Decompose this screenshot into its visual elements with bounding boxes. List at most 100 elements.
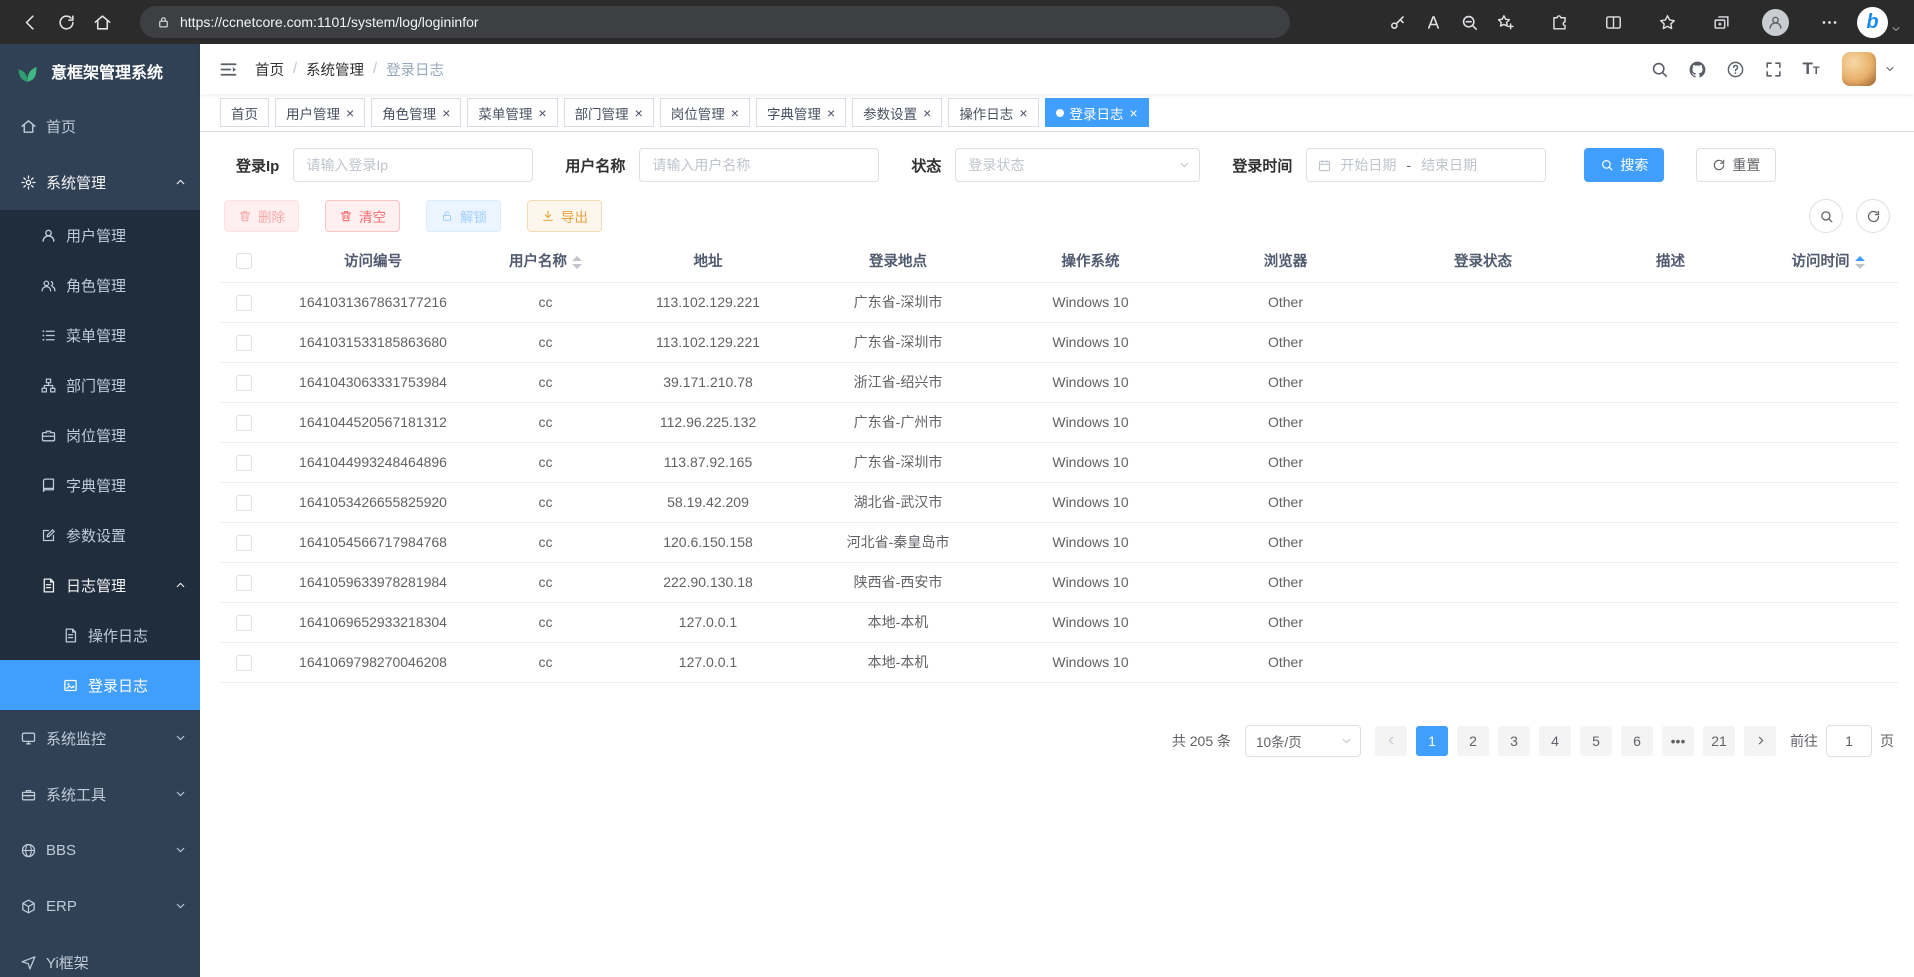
tab-home[interactable]: 首页	[220, 98, 269, 127]
row-checkbox[interactable]	[236, 415, 252, 431]
browser-back-button[interactable]	[12, 5, 48, 39]
row-checkbox[interactable]	[236, 375, 252, 391]
tab-dept-mgmt[interactable]: 部门管理×	[564, 98, 654, 127]
sidebar-item-yi-framework[interactable]: Yi框架	[0, 934, 200, 977]
page-button-4[interactable]: 4	[1539, 726, 1571, 756]
col-user-name[interactable]: 用户名称	[478, 240, 613, 282]
search-button[interactable]: 搜索	[1584, 148, 1664, 182]
tab-user-mgmt[interactable]: 用户管理×	[275, 98, 365, 127]
page-button-6[interactable]: 6	[1621, 726, 1653, 756]
user-avatar[interactable]	[1842, 52, 1876, 86]
password-key-button[interactable]	[1379, 5, 1415, 39]
col-time[interactable]: 访问时间	[1758, 240, 1898, 282]
sidebar-item-login-log[interactable]: 登录日志	[0, 660, 200, 710]
tab-operation-log[interactable]: 操作日志×	[948, 98, 1038, 127]
breadcrumb-home[interactable]: 首页	[255, 59, 284, 80]
address-bar[interactable]: https://ccnetcore.com:1101/system/log/lo…	[140, 6, 1290, 38]
page-size-select[interactable]: 10条/页	[1245, 725, 1361, 757]
bing-button[interactable]: b	[1857, 7, 1888, 38]
row-checkbox[interactable]	[236, 455, 252, 471]
sidebar-item-menu-mgmt[interactable]: 菜单管理	[0, 310, 200, 360]
page-button-1[interactable]: 1	[1416, 726, 1448, 756]
read-aloud-button[interactable]	[1415, 5, 1451, 39]
toggle-search-button[interactable]	[1809, 199, 1843, 233]
tab-close-icon[interactable]: ×	[1130, 106, 1138, 120]
tab-close-icon[interactable]: ×	[1019, 106, 1027, 120]
sidebar-item-dict-mgmt[interactable]: 字典管理	[0, 460, 200, 510]
unlock-button[interactable]: 解锁	[426, 200, 501, 232]
browser-settings-button[interactable]	[1811, 5, 1847, 39]
fullscreen-button[interactable]	[1758, 54, 1788, 84]
header-search-button[interactable]	[1644, 54, 1674, 84]
tab-dict-mgmt[interactable]: 字典管理×	[756, 98, 846, 127]
tab-close-icon[interactable]: ×	[635, 106, 643, 120]
page-button-5[interactable]: 5	[1580, 726, 1612, 756]
prev-page-button[interactable]	[1375, 726, 1407, 756]
row-checkbox[interactable]	[236, 335, 252, 351]
tab-close-icon[interactable]: ×	[923, 106, 931, 120]
browser-profile-button[interactable]	[1757, 5, 1793, 39]
font-size-button[interactable]: TT	[1796, 54, 1826, 84]
split-screen-button[interactable]	[1595, 5, 1631, 39]
row-checkbox[interactable]	[236, 495, 252, 511]
browser-refresh-button[interactable]	[48, 5, 84, 39]
row-checkbox[interactable]	[236, 295, 252, 311]
collections-button[interactable]	[1703, 5, 1739, 39]
sort-icon[interactable]	[1855, 256, 1865, 269]
help-button[interactable]	[1720, 54, 1750, 84]
sidebar-item-erp[interactable]: ERP	[0, 878, 200, 934]
bing-dropdown-caret[interactable]	[1890, 23, 1902, 35]
sidebar-item-param-settings[interactable]: 参数设置	[0, 510, 200, 560]
more-pages-button[interactable]: •••	[1662, 726, 1694, 756]
breadcrumb-system-mgmt[interactable]: 系统管理	[306, 59, 364, 80]
delete-button[interactable]: 删除	[224, 200, 299, 232]
refresh-table-button[interactable]	[1856, 199, 1890, 233]
clear-button[interactable]: 清空	[325, 200, 400, 232]
extensions-button[interactable]	[1541, 5, 1577, 39]
sidebar-item-log-mgmt[interactable]: 日志管理	[0, 560, 200, 610]
goto-page-input[interactable]	[1826, 725, 1872, 757]
sidebar-item-sys-tools[interactable]: 系统工具	[0, 766, 200, 822]
user-name-input[interactable]	[639, 148, 879, 182]
sidebar-item-role-mgmt[interactable]: 角色管理	[0, 260, 200, 310]
tab-menu-mgmt[interactable]: 菜单管理×	[467, 98, 557, 127]
reset-button[interactable]: 重置	[1696, 148, 1776, 182]
sidebar-item-bbs[interactable]: BBS	[0, 822, 200, 878]
page-button-21[interactable]: 21	[1703, 726, 1735, 756]
sort-icon[interactable]	[572, 256, 582, 269]
sidebar-item-operation-log[interactable]: 操作日志	[0, 610, 200, 660]
tab-post-mgmt[interactable]: 岗位管理×	[660, 98, 750, 127]
sidebar-item-sys-monitor[interactable]: 系统监控	[0, 710, 200, 766]
browser-home-button[interactable]	[84, 5, 120, 39]
date-range-picker[interactable]: 开始日期 - 结束日期	[1306, 148, 1546, 182]
add-favorite-button[interactable]	[1487, 5, 1523, 39]
sidebar-item-post-mgmt[interactable]: 岗位管理	[0, 410, 200, 460]
status-select[interactable]: 登录状态	[955, 148, 1200, 182]
row-checkbox[interactable]	[236, 535, 252, 551]
tab-close-icon[interactable]: ×	[827, 106, 835, 120]
login-ip-input[interactable]	[293, 148, 533, 182]
tab-close-icon[interactable]: ×	[731, 106, 739, 120]
tab-close-icon[interactable]: ×	[442, 106, 450, 120]
row-checkbox[interactable]	[236, 655, 252, 671]
next-page-button[interactable]	[1744, 726, 1776, 756]
select-all-checkbox[interactable]	[236, 253, 252, 269]
avatar-dropdown-caret[interactable]	[1884, 63, 1896, 75]
export-button[interactable]: 导出	[527, 200, 602, 232]
tab-close-icon[interactable]: ×	[346, 106, 354, 120]
sidebar-item-dept-mgmt[interactable]: 部门管理	[0, 360, 200, 410]
page-button-2[interactable]: 2	[1457, 726, 1489, 756]
row-checkbox[interactable]	[236, 575, 252, 591]
tab-close-icon[interactable]: ×	[538, 106, 546, 120]
sidebar-item-system-mgmt[interactable]: 系统管理	[0, 154, 200, 210]
tab-role-mgmt[interactable]: 角色管理×	[371, 98, 461, 127]
tab-param-settings[interactable]: 参数设置×	[852, 98, 942, 127]
zoom-button[interactable]	[1451, 5, 1487, 39]
favorites-button[interactable]	[1649, 5, 1685, 39]
row-checkbox[interactable]	[236, 615, 252, 631]
sidebar-collapse-button[interactable]	[218, 59, 239, 80]
sidebar-item-user-mgmt[interactable]: 用户管理	[0, 210, 200, 260]
page-button-3[interactable]: 3	[1498, 726, 1530, 756]
github-button[interactable]	[1682, 54, 1712, 84]
sidebar-item-home[interactable]: 首页	[0, 98, 200, 154]
